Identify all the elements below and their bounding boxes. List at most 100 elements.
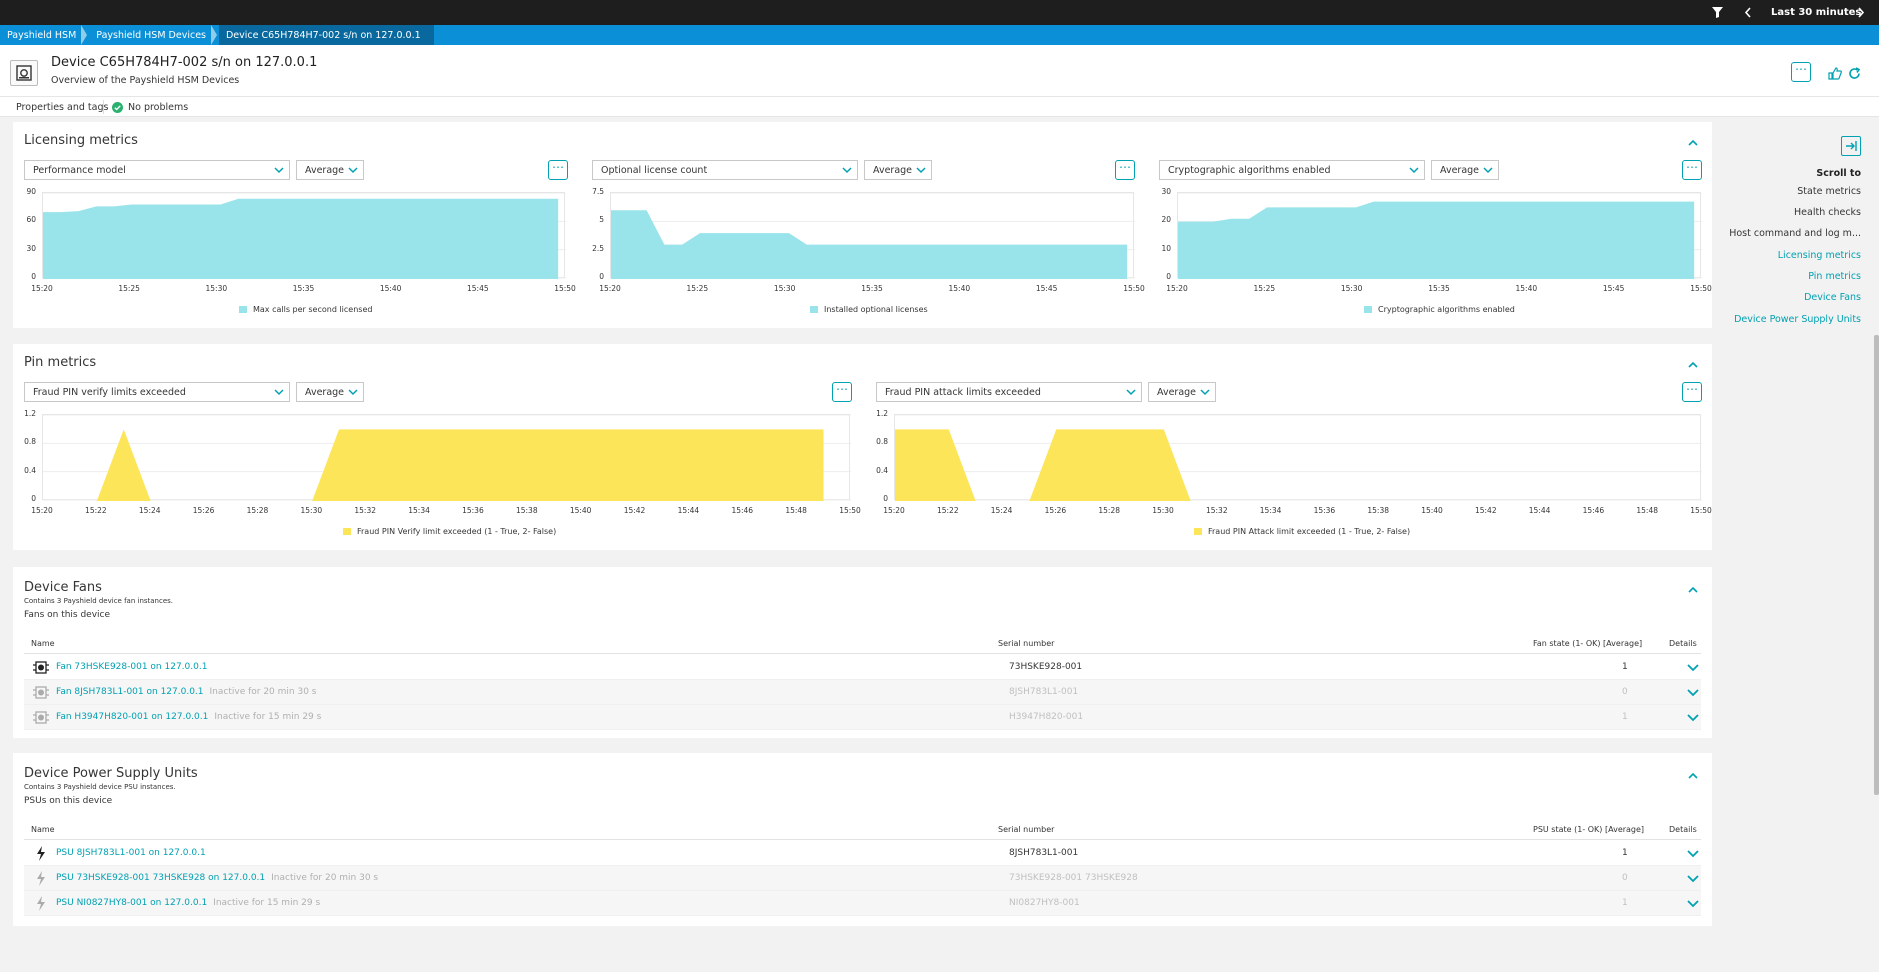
- scroll-to-licensing-metrics[interactable]: Licensing metrics: [1778, 250, 1861, 261]
- table-row[interactable]: Fan 8JSH783L1-001 on 127.0.0.1 Inactive f…: [24, 680, 1701, 705]
- header-divider: [24, 653, 1701, 654]
- scroll-to-pin-metrics[interactable]: Pin metrics: [1808, 271, 1861, 282]
- table-row[interactable]: PSU 73HSKE928-001 73HSKE928 on 127.0.0.1…: [24, 866, 1701, 891]
- column-header-state[interactable]: Fan state (1- OK) [Average]: [1533, 639, 1642, 648]
- metric-select[interactable]: Cryptographic algorithms enabled: [1159, 160, 1425, 180]
- aggregation-select[interactable]: Average: [296, 382, 364, 402]
- properties-and-tags-link[interactable]: Properties and tags: [16, 102, 108, 113]
- row-name[interactable]: PSU NI0827HY8-001 on 127.0.0.1: [56, 898, 207, 908]
- x-tick-label: 15:38: [515, 506, 538, 515]
- metric-select[interactable]: Fraud PIN attack limits exceeded: [876, 382, 1142, 402]
- collapse-icon[interactable]: [1687, 585, 1699, 593]
- psu-name-link[interactable]: PSU 8JSH783L1-001 on 127.0.0.1: [56, 848, 206, 858]
- expand-details-icon[interactable]: [1687, 713, 1699, 722]
- psu-name-link[interactable]: PSU 73HSKE928-001 73HSKE928 on 127.0.0.1…: [56, 873, 378, 883]
- aggregation-select[interactable]: Average: [296, 160, 364, 180]
- collapse-icon[interactable]: [1687, 138, 1699, 146]
- metric-select[interactable]: Fraud PIN verify limits exceeded: [24, 382, 290, 402]
- fan-name-link[interactable]: Fan H3947H820-001 on 127.0.0.1 Inactive f…: [56, 712, 321, 722]
- scroll-to-device-fans[interactable]: Device Fans: [1804, 292, 1861, 303]
- fan-name-link[interactable]: Fan 73HSKE928-001 on 127.0.0.1: [56, 662, 207, 672]
- area-series[interactable]: [43, 429, 824, 501]
- table-row[interactable]: PSU 8JSH783L1-001 on 127.0.0.1 8JSH783L1-…: [24, 841, 1701, 866]
- breadcrumb-payshield-hsm[interactable]: Payshield HSM: [0, 25, 89, 45]
- row-name[interactable]: Fan 8JSH783L1-001 on 127.0.0.1: [56, 687, 204, 697]
- timeframe-label[interactable]: Last 30 minutes: [1771, 0, 1861, 25]
- area-series[interactable]: [1178, 201, 1695, 279]
- prev-timeframe-icon[interactable]: [1744, 0, 1752, 25]
- column-header-name[interactable]: Name: [31, 639, 55, 648]
- breadcrumb: Payshield HSM Payshield HSM Devices Devi…: [0, 25, 1879, 45]
- legend-swatch: [1194, 528, 1202, 535]
- x-tick-label: 15:48: [1636, 506, 1658, 515]
- chart-svg: [43, 192, 566, 279]
- filter-icon[interactable]: [1712, 0, 1723, 25]
- column-header-serial[interactable]: Serial number: [998, 639, 1054, 648]
- chart-more-button[interactable]: ⋯: [1682, 382, 1702, 402]
- expand-details-icon[interactable]: [1687, 663, 1699, 672]
- psu-name-link[interactable]: PSU NI0827HY8-001 on 127.0.0.1 Inactive f…: [56, 898, 320, 908]
- x-tick-label: 15:24: [138, 506, 161, 515]
- expand-details-icon[interactable]: [1687, 688, 1699, 697]
- collapse-icon[interactable]: [1687, 360, 1699, 368]
- metric-select[interactable]: Performance model: [24, 160, 290, 180]
- fan-name-link[interactable]: Fan 8JSH783L1-001 on 127.0.0.1 Inactive f…: [56, 687, 316, 697]
- y-tick-label: 0: [31, 494, 36, 503]
- collapse-panel-icon[interactable]: [1841, 136, 1861, 156]
- page-title: Device C65H784H7-002 s/n on 127.0.0.1: [51, 55, 318, 70]
- legend-label: Fraud PIN Attack limit exceeded (1 - Tru…: [1208, 527, 1411, 536]
- column-header-state[interactable]: PSU state (1- OK) [Average]: [1533, 825, 1644, 834]
- scrollbar[interactable]: [1874, 335, 1879, 795]
- chart-more-button[interactable]: ⋯: [1682, 160, 1702, 180]
- y-tick-label: 0.8: [24, 437, 36, 447]
- chart-svg: [611, 192, 1135, 279]
- refresh-icon[interactable]: [1848, 65, 1861, 84]
- table-row[interactable]: Fan H3947H820-001 on 127.0.0.1 Inactive f…: [24, 705, 1701, 730]
- table-row[interactable]: PSU NI0827HY8-001 on 127.0.0.1 Inactive f…: [24, 891, 1701, 916]
- psu-icon: [33, 846, 49, 861]
- expand-details-icon[interactable]: [1687, 849, 1699, 858]
- scroll-to-state-metrics[interactable]: State metrics: [1797, 186, 1861, 197]
- chevron-down-icon: [1126, 389, 1136, 396]
- chart-more-button[interactable]: ⋯: [548, 160, 568, 180]
- header-more-button[interactable]: ⋯: [1791, 62, 1811, 82]
- row-name[interactable]: PSU 73HSKE928-001 73HSKE928 on 127.0.0.1: [56, 873, 265, 883]
- row-name[interactable]: PSU 8JSH783L1-001 on 127.0.0.1: [56, 848, 206, 858]
- section-title: Device Fans: [24, 580, 102, 595]
- aggregation-select[interactable]: Average: [1148, 382, 1216, 402]
- thumbs-up-icon[interactable]: [1828, 65, 1842, 84]
- area-series[interactable]: [43, 198, 559, 279]
- column-header-serial[interactable]: Serial number: [998, 825, 1054, 834]
- aggregation-select[interactable]: Average: [1431, 160, 1499, 180]
- x-tick-label: 15:50: [839, 506, 861, 515]
- row-name[interactable]: Fan H3947H820-001 on 127.0.0.1: [56, 712, 208, 722]
- y-tick-label: 0: [31, 272, 36, 281]
- next-timeframe-icon[interactable]: [1857, 0, 1865, 25]
- scroll-to-host-command[interactable]: Host command and log m...: [1729, 228, 1861, 239]
- chart-more-button[interactable]: ⋯: [1115, 160, 1135, 180]
- scroll-to-health-checks[interactable]: Health checks: [1794, 207, 1861, 218]
- chart-plot-area: [894, 414, 1702, 501]
- scroll-to-device-psus[interactable]: Device Power Supply Units: [1734, 314, 1861, 325]
- expand-details-icon[interactable]: [1687, 874, 1699, 883]
- area-series[interactable]: [895, 429, 1675, 501]
- x-tick-label: 15:26: [192, 506, 215, 515]
- chart-svg: [1178, 192, 1702, 279]
- expand-details-icon[interactable]: [1687, 899, 1699, 908]
- chart-more-button[interactable]: ⋯: [832, 382, 852, 402]
- header-divider: [24, 839, 1701, 840]
- column-header-name[interactable]: Name: [31, 825, 55, 834]
- area-series[interactable]: [611, 210, 1128, 279]
- table-row[interactable]: Fan 73HSKE928-001 on 127.0.0.1 73HSKE928-…: [24, 655, 1701, 680]
- x-tick-label: 15:30: [1340, 284, 1363, 293]
- chart-legend: Cryptographic algorithms enabled: [1364, 305, 1515, 314]
- breadcrumb-payshield-hsm-devices[interactable]: Payshield HSM Devices: [89, 25, 219, 45]
- metric-select[interactable]: Optional license count: [592, 160, 858, 180]
- collapse-icon[interactable]: [1687, 771, 1699, 779]
- status-bar: Properties and tags No problems: [0, 97, 1879, 117]
- x-tick-label: 15:32: [1205, 506, 1228, 515]
- aggregation-select[interactable]: Average: [864, 160, 932, 180]
- y-tick-label: 0.8: [876, 437, 888, 447]
- row-name[interactable]: Fan 73HSKE928-001 on 127.0.0.1: [56, 662, 207, 672]
- aggregation-select-value: Average: [873, 164, 913, 176]
